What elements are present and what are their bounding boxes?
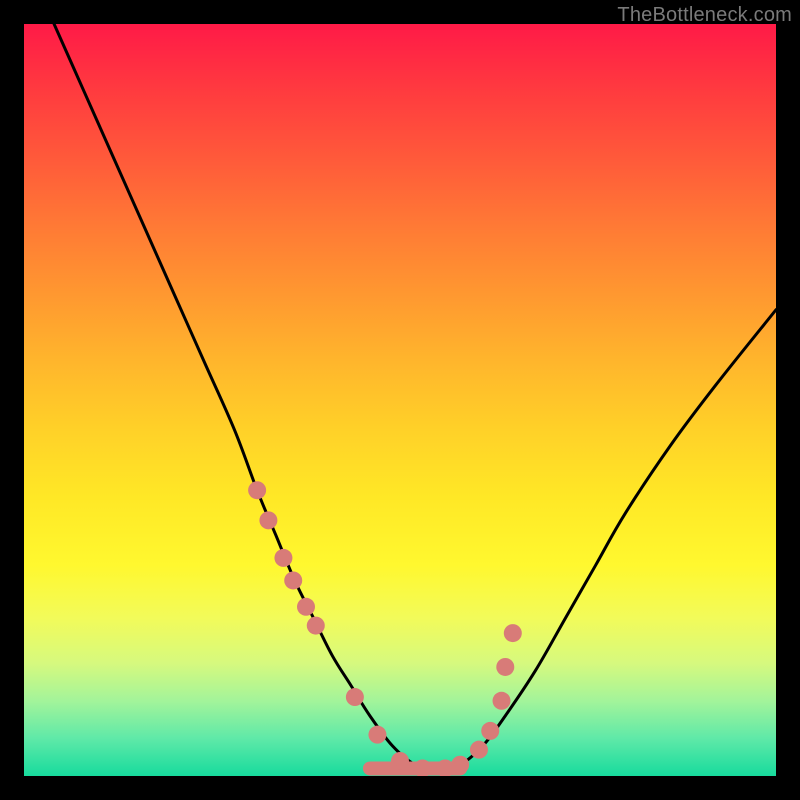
data-point: [451, 756, 469, 774]
chart-svg: [24, 24, 776, 776]
data-point: [391, 752, 409, 770]
data-point: [284, 571, 302, 589]
chart-frame: TheBottleneck.com: [0, 0, 800, 800]
data-point: [504, 624, 522, 642]
data-point: [368, 726, 386, 744]
data-point: [259, 511, 277, 529]
bottleneck-curve: [54, 24, 776, 770]
marker-layer: [248, 481, 522, 776]
data-point: [346, 688, 364, 706]
watermark-text: TheBottleneck.com: [617, 4, 792, 27]
data-point: [297, 598, 315, 616]
data-point: [470, 741, 488, 759]
data-point: [481, 722, 499, 740]
data-point: [248, 481, 266, 499]
data-point: [493, 692, 511, 710]
data-point: [274, 549, 292, 567]
data-point: [496, 658, 514, 676]
plot-area: [24, 24, 776, 776]
data-point: [307, 617, 325, 635]
curve-layer: [54, 24, 776, 770]
